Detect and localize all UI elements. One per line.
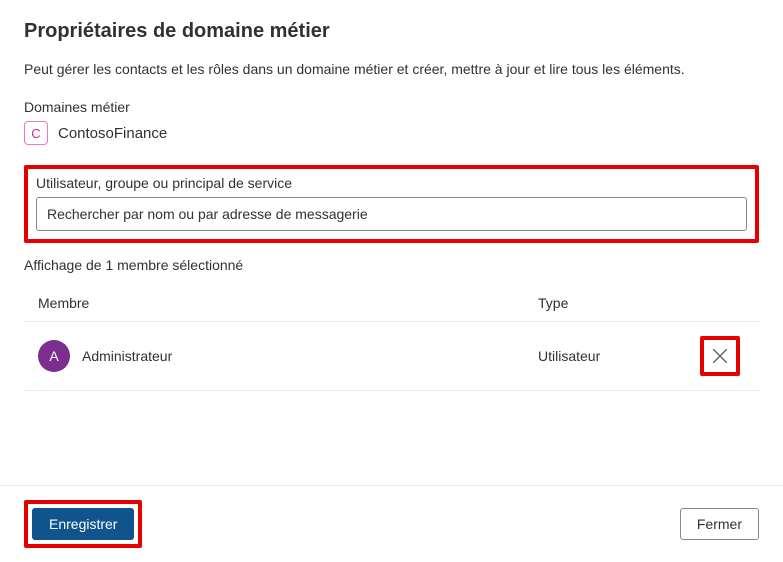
page-title: Propriétaires de domaine métier bbox=[24, 20, 759, 43]
close-icon bbox=[711, 347, 729, 365]
domain-badge: C bbox=[24, 121, 48, 145]
avatar: A bbox=[38, 340, 70, 372]
search-section-highlight: Utilisateur, groupe ou principal de serv… bbox=[24, 165, 759, 243]
search-label: Utilisateur, groupe ou principal de serv… bbox=[36, 175, 747, 191]
remove-member-button[interactable] bbox=[707, 343, 733, 369]
remove-button-highlight bbox=[700, 336, 740, 376]
table-header: Membre Type bbox=[24, 289, 759, 322]
close-button[interactable]: Fermer bbox=[680, 508, 759, 540]
member-type: Utilisateur bbox=[538, 348, 600, 364]
save-button-highlight: Enregistrer bbox=[24, 500, 142, 548]
selected-count-label: Affichage de 1 membre sélectionné bbox=[24, 257, 759, 273]
page-description: Peut gérer les contacts et les rôles dan… bbox=[24, 61, 759, 77]
member-name: Administrateur bbox=[82, 348, 172, 364]
members-table: Membre Type A Administrateur Utilisateur bbox=[24, 289, 759, 391]
domain-name: ContosoFinance bbox=[58, 125, 167, 142]
domains-label: Domaines métier bbox=[24, 99, 759, 115]
domain-row: C ContosoFinance bbox=[24, 121, 759, 145]
column-header-type[interactable]: Type bbox=[538, 295, 695, 311]
save-button[interactable]: Enregistrer bbox=[32, 508, 134, 540]
dialog-footer: Enregistrer Fermer bbox=[0, 485, 783, 562]
search-input[interactable] bbox=[36, 197, 747, 231]
table-row: A Administrateur Utilisateur bbox=[24, 322, 759, 391]
column-header-member[interactable]: Membre bbox=[38, 295, 538, 311]
